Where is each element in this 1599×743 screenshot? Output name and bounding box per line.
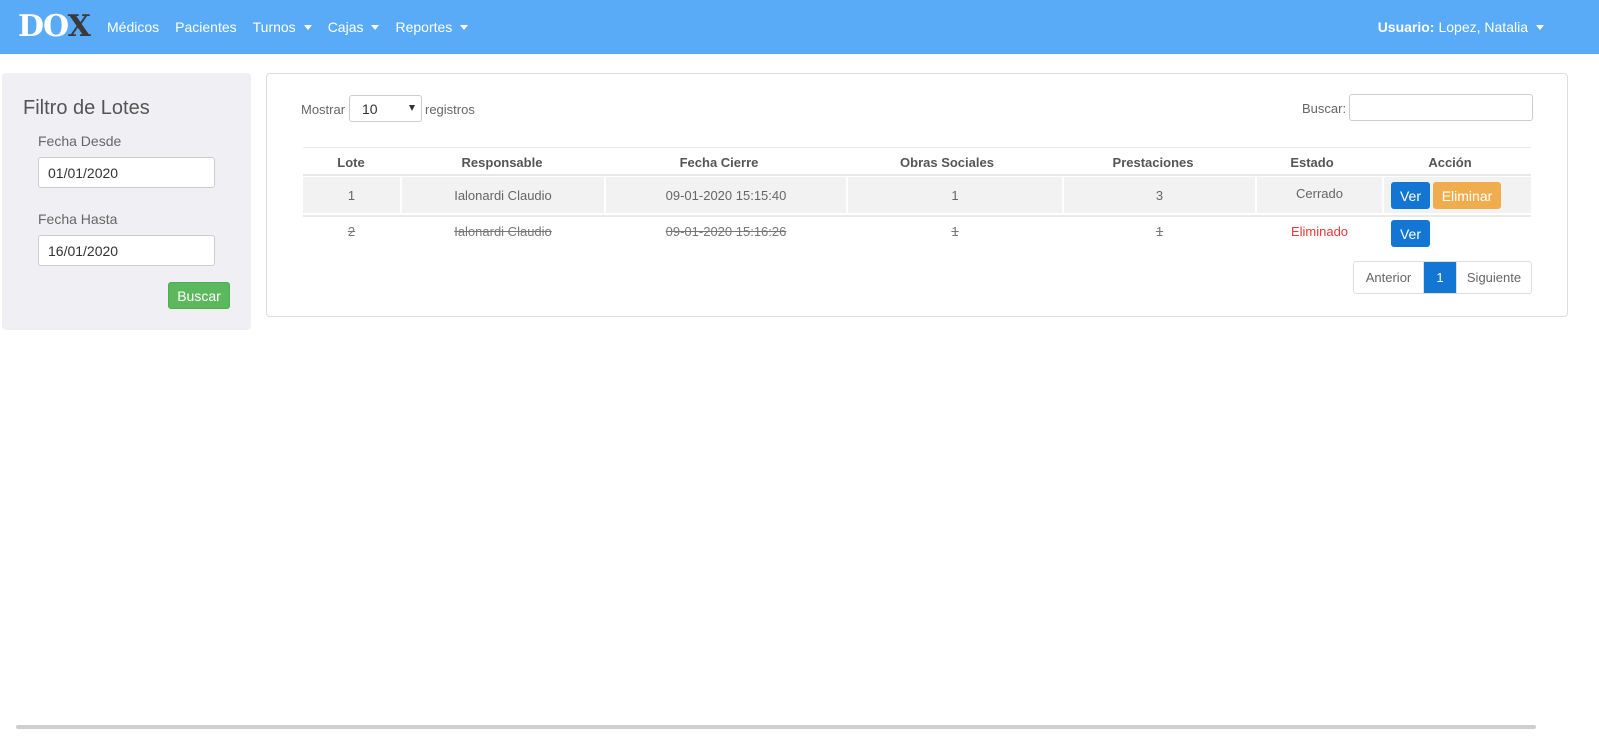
table-top-border <box>303 147 1531 148</box>
nav-label: Reportes <box>395 19 453 35</box>
nav-item-turnos[interactable]: Turnos <box>253 19 312 35</box>
col-header-estado[interactable]: Estado <box>1257 155 1367 170</box>
cell-estado: Eliminado <box>1290 224 1349 239</box>
cell-lote: 1 <box>347 188 356 203</box>
caret-down-icon <box>460 25 469 30</box>
brand-text-do: DO <box>18 9 69 44</box>
nav-menu: Médicos Pacientes Turnos Cajas Reportes <box>107 0 484 54</box>
col-header-responsable[interactable]: Responsable <box>402 155 602 170</box>
brand-logo[interactable]: DOX <box>18 9 91 44</box>
buscar-button[interactable]: Buscar <box>168 282 230 309</box>
lotes-panel: Mostrar 10 registros Buscar: Lote Respon… <box>266 73 1568 317</box>
cell-responsable: Ialonardi Claudio <box>454 224 552 239</box>
nav-label: Turnos <box>252 19 296 35</box>
nav-item-medicos[interactable]: Médicos <box>107 19 159 35</box>
pagination-previous[interactable]: Anterior <box>1354 262 1424 293</box>
search-label: Buscar: <box>1302 101 1347 116</box>
caret-down-icon <box>1536 25 1544 30</box>
cell-fecha-cierre: 09-01-2020 15:16:26 <box>665 224 787 239</box>
caret-down-icon <box>303 25 312 30</box>
nav-label: Médicos <box>107 19 160 35</box>
brand-text-x: X <box>67 9 91 44</box>
dropdown-arrow-icon <box>409 105 415 111</box>
col-header-obras-sociales[interactable]: Obras Sociales <box>847 155 1047 170</box>
ver-button[interactable]: Ver <box>1391 220 1430 247</box>
pagination: Anterior 1 Siguiente <box>1353 261 1532 294</box>
user-menu[interactable]: Usuario: Lopez, Natalia <box>1378 0 1544 54</box>
user-label: Usuario: <box>1377 19 1435 35</box>
fecha-hasta-label: Fecha Hasta <box>38 211 118 227</box>
filter-panel: Filtro de Lotes Fecha Desde Fecha Hasta … <box>2 73 251 330</box>
filter-title: Filtro de Lotes <box>23 97 150 119</box>
col-header-accion[interactable]: Acción <box>1384 155 1516 170</box>
search-input[interactable] <box>1349 94 1533 121</box>
eliminar-button[interactable]: Eliminar <box>1433 182 1501 209</box>
ver-button[interactable]: Ver <box>1391 182 1430 209</box>
cell-prestaciones: 1 <box>1155 224 1164 239</box>
row-separator <box>303 215 1531 217</box>
nav-item-pacientes[interactable]: Pacientes <box>175 19 236 35</box>
page-size-value: 10 <box>362 101 378 117</box>
cell-responsable: Ialonardi Claudio <box>454 188 552 203</box>
nav-label: Pacientes <box>175 19 237 35</box>
nav-item-reportes[interactable]: Reportes <box>395 19 469 35</box>
col-header-lote[interactable]: Lote <box>303 155 399 170</box>
horizontal-scrollbar[interactable] <box>16 725 1536 729</box>
fecha-desde-input[interactable] <box>38 157 215 188</box>
user-name: Lopez, Natalia <box>1438 19 1528 35</box>
col-header-prestaciones[interactable]: Prestaciones <box>1064 155 1242 170</box>
top-navbar: DOX Médicos Pacientes Turnos Cajas Repor… <box>0 0 1599 54</box>
fecha-hasta-input[interactable] <box>38 235 215 266</box>
pagination-page-1[interactable]: 1 <box>1424 262 1456 293</box>
caret-down-icon <box>371 25 380 30</box>
nav-item-cajas[interactable]: Cajas <box>328 19 380 35</box>
table-header-border <box>303 174 1531 176</box>
pagination-next[interactable]: Siguiente <box>1456 262 1531 293</box>
page-size-select[interactable]: 10 <box>349 95 422 122</box>
fecha-desde-label: Fecha Desde <box>38 133 122 149</box>
cell-fecha-cierre: 09-01-2020 15:15:40 <box>665 188 787 203</box>
nav-label: Cajas <box>327 19 364 35</box>
records-label: registros <box>425 102 475 117</box>
cell-obras-sociales: 1 <box>951 224 959 239</box>
cell-obras-sociales: 1 <box>951 188 959 203</box>
col-header-fecha-cierre[interactable]: Fecha Cierre <box>606 155 832 170</box>
cell-prestaciones: 3 <box>1155 188 1164 203</box>
show-label: Mostrar <box>301 102 346 117</box>
cell-estado: Cerrado <box>1296 186 1343 201</box>
cell-lote: 2 <box>347 224 356 239</box>
